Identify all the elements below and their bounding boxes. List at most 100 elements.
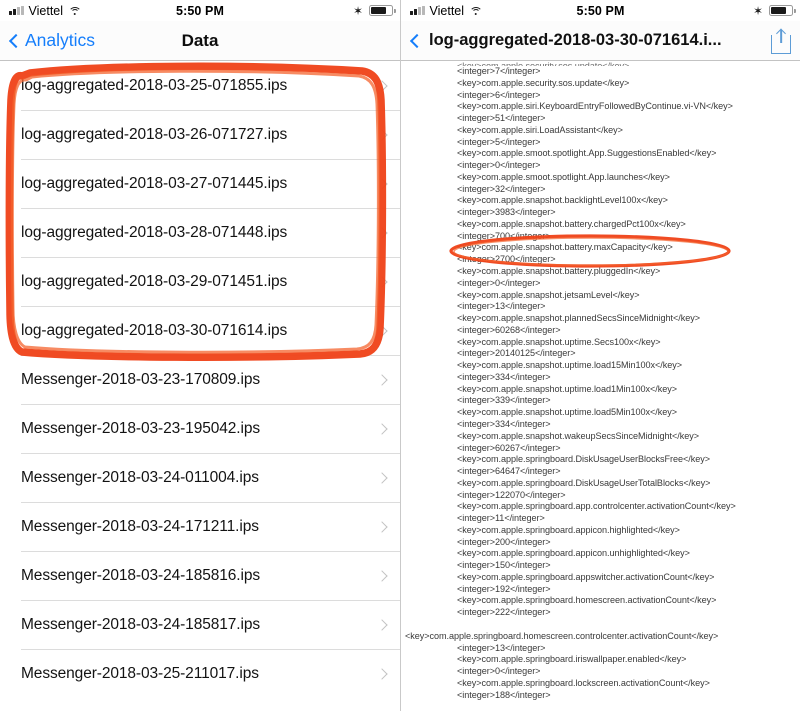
plist-line: <integer>7</integer> bbox=[457, 66, 541, 76]
list-item[interactable]: Messenger-2018-03-23-195042.ips bbox=[0, 404, 400, 453]
plist-line: <key>com.apple.springboard.homescreen.co… bbox=[405, 630, 719, 641]
status-bar-right: Viettel 5:50 PM ✶ bbox=[401, 0, 800, 21]
list-item[interactable]: Messenger-2018-03-24-185816.ips bbox=[0, 551, 400, 600]
plist-line: <integer>150</integer> bbox=[457, 560, 551, 571]
list-item-label: Messenger-2018-03-23-170809.ips bbox=[21, 370, 261, 388]
plist-line: <integer>188</integer> bbox=[457, 689, 551, 700]
plist-line: <integer>122070</integer> bbox=[457, 489, 566, 500]
battery-icon bbox=[369, 5, 396, 16]
right-nav-bar: log-aggregated-2018-03-30-071614.i... bbox=[401, 21, 800, 61]
plist-line: <integer>6</integer> bbox=[457, 89, 541, 100]
plist-line: <integer>222</integer> bbox=[457, 607, 551, 618]
list-item-label: log-aggregated-2018-03-29-071451.ips bbox=[21, 272, 288, 290]
status-bar-right-group: ✶ bbox=[752, 3, 796, 18]
plist-line: <key>com.apple.snapshot.uptime.load5Min1… bbox=[457, 407, 677, 418]
plist-blank-line bbox=[401, 619, 800, 631]
wifi-icon bbox=[469, 6, 483, 16]
carrier-label: Viettel bbox=[429, 3, 465, 18]
status-bar-left-group: Viettel bbox=[410, 3, 483, 18]
plist-line: <key>com.apple.snapshot.battery.pluggedI… bbox=[457, 266, 661, 277]
plist-line: <key>com.apple.smoot.spotlight.App.Sugge… bbox=[457, 148, 717, 159]
plist-line: <key>com.apple.snapshot.uptime.Secs100x<… bbox=[457, 336, 661, 347]
list-item-label: log-aggregated-2018-03-30-071614.ips bbox=[21, 321, 288, 339]
plist-line: <key>com.apple.snapshot.plannedSecsSince… bbox=[457, 313, 700, 324]
plist-line: <key>com.apple.snapshot.uptime.load15Min… bbox=[457, 360, 682, 371]
plist-line: <key>com.apple.springboard.app.controlce… bbox=[457, 501, 736, 512]
bluetooth-icon: ✶ bbox=[752, 3, 763, 18]
analytics-file-list[interactable]: log-aggregated-2018-03-25-071855.ips log-… bbox=[0, 61, 400, 698]
list-item-label: Messenger-2018-03-24-185817.ips bbox=[21, 615, 261, 633]
plist-line: <integer>20140125</integer> bbox=[457, 348, 576, 359]
list-item-label: log-aggregated-2018-03-27-071445.ips bbox=[21, 174, 288, 192]
list-item[interactable]: Messenger-2018-03-24-171211.ips bbox=[0, 502, 400, 551]
list-item[interactable]: log-aggregated-2018-03-29-071451.ips bbox=[0, 257, 400, 306]
status-bar-left-group: Viettel bbox=[9, 4, 82, 18]
plist-line: <integer>200</integer> bbox=[457, 536, 551, 547]
left-panel-analytics-data: Viettel 5:50 PM ✶ Analytics Data log-agg… bbox=[0, 0, 400, 711]
status-bar-left: Viettel 5:50 PM ✶ bbox=[0, 0, 400, 21]
plist-line: <integer>60267</integer> bbox=[457, 442, 561, 453]
battery-icon bbox=[769, 5, 796, 16]
plist-line: <key>com.apple.siri.LoadAssistant</key> bbox=[457, 124, 623, 135]
plist-line: <key>com.apple.security.sos.update</key> bbox=[457, 77, 630, 88]
list-item[interactable]: log-aggregated-2018-03-27-071445.ips bbox=[0, 159, 400, 208]
plist-line: <key>com.apple.springboard.DiskUsageUser… bbox=[457, 477, 711, 488]
chevron-right-icon bbox=[376, 79, 388, 92]
cellular-signal-icon bbox=[410, 6, 425, 15]
list-item[interactable]: log-aggregated-2018-03-30-071614.ips bbox=[0, 306, 400, 355]
plist-line: <integer>64647</integer> bbox=[457, 466, 561, 477]
plist-line: <key>com.apple.snapshot.battery.maxCapac… bbox=[457, 242, 673, 253]
plist-line: <integer>339</integer> bbox=[457, 395, 551, 406]
chevron-right-icon bbox=[376, 471, 388, 484]
list-item-label: log-aggregated-2018-03-28-071448.ips bbox=[21, 223, 288, 241]
list-item-label: Messenger-2018-03-23-195042.ips bbox=[21, 419, 261, 437]
back-button[interactable] bbox=[409, 33, 425, 48]
list-item[interactable]: Messenger-2018-03-23-170809.ips bbox=[0, 355, 400, 404]
list-item-label: Messenger-2018-03-24-171211.ips bbox=[21, 517, 259, 535]
list-item-label: log-aggregated-2018-03-25-071855.ips bbox=[21, 76, 288, 94]
chevron-right-icon bbox=[376, 275, 388, 288]
plist-line: <key>com.apple.springboard.DiskUsageUser… bbox=[457, 454, 710, 465]
plist-line: <key>com.apple.springboard.appswitcher.a… bbox=[457, 571, 715, 582]
list-item[interactable]: log-aggregated-2018-03-25-071855.ips bbox=[0, 61, 400, 110]
list-item[interactable]: Messenger-2018-03-24-185817.ips bbox=[0, 600, 400, 649]
chevron-right-icon bbox=[376, 520, 388, 533]
plist-line: <integer>13</integer> bbox=[457, 301, 546, 312]
plist-line: <integer>3983</integer> bbox=[457, 207, 556, 218]
list-item[interactable]: log-aggregated-2018-03-28-071448.ips bbox=[0, 208, 400, 257]
wifi-icon bbox=[68, 6, 82, 16]
plist-line: <integer>334</integer> bbox=[457, 371, 551, 382]
plist-line: <key>com.apple.snapshot.jetsamLevel</key… bbox=[457, 289, 640, 300]
plist-line: <key>com.apple.siri.KeyboardEntryFollowe… bbox=[457, 101, 733, 112]
chevron-right-icon bbox=[376, 569, 388, 582]
file-title: log-aggregated-2018-03-30-071614.i... bbox=[429, 31, 722, 49]
plist-line: <key>com.apple.springboard.appicon.highl… bbox=[457, 524, 680, 535]
plist-line: <key>com.apple.smoot.spotlight.App.launc… bbox=[457, 171, 670, 182]
plist-text-content[interactable]: <key>com.apple.security.sos.update</key>… bbox=[401, 61, 800, 711]
plist-line: <key>com.apple.snapshot.uptime.load1Min1… bbox=[457, 383, 677, 394]
plist-line: <key>com.apple.springboard.iriswallpaper… bbox=[457, 654, 687, 665]
chevron-right-icon bbox=[376, 373, 388, 386]
plist-line: <integer>334</integer> bbox=[457, 418, 551, 429]
share-icon[interactable] bbox=[768, 26, 794, 56]
chevron-right-icon bbox=[376, 324, 388, 337]
plist-line: <integer>0</integer> bbox=[457, 666, 541, 677]
plist-blank-line bbox=[401, 701, 800, 711]
back-button-analytics[interactable]: Analytics bbox=[8, 30, 95, 51]
plist-line: <integer>32</integer> bbox=[457, 183, 546, 194]
status-bar-right-group: ✶ bbox=[352, 3, 396, 18]
right-panel-log-detail: Viettel 5:50 PM ✶ log-aggregated-2018-03… bbox=[400, 0, 800, 711]
list-item-label: Messenger-2018-03-24-185816.ips bbox=[21, 566, 261, 584]
list-item[interactable]: log-aggregated-2018-03-26-071727.ips bbox=[0, 110, 400, 159]
screenshot-root: Viettel 5:50 PM ✶ Analytics Data log-agg… bbox=[0, 0, 800, 711]
plist-line: <key>com.apple.springboard.lockscreen.ac… bbox=[457, 677, 710, 688]
chevron-right-icon bbox=[376, 226, 388, 239]
list-item[interactable]: Messenger-2018-03-24-011004.ips bbox=[0, 453, 400, 502]
bluetooth-icon: ✶ bbox=[352, 3, 363, 18]
plist-line: <integer>0</integer> bbox=[457, 160, 541, 171]
plist-line: <integer>13</integer> bbox=[457, 642, 546, 653]
chevron-left-icon bbox=[409, 33, 425, 48]
plist-line: <integer>51</integer> bbox=[457, 113, 546, 124]
list-item-label: log-aggregated-2018-03-26-071727.ips bbox=[21, 125, 288, 143]
list-item[interactable]: Messenger-2018-03-25-211017.ips bbox=[0, 649, 400, 698]
